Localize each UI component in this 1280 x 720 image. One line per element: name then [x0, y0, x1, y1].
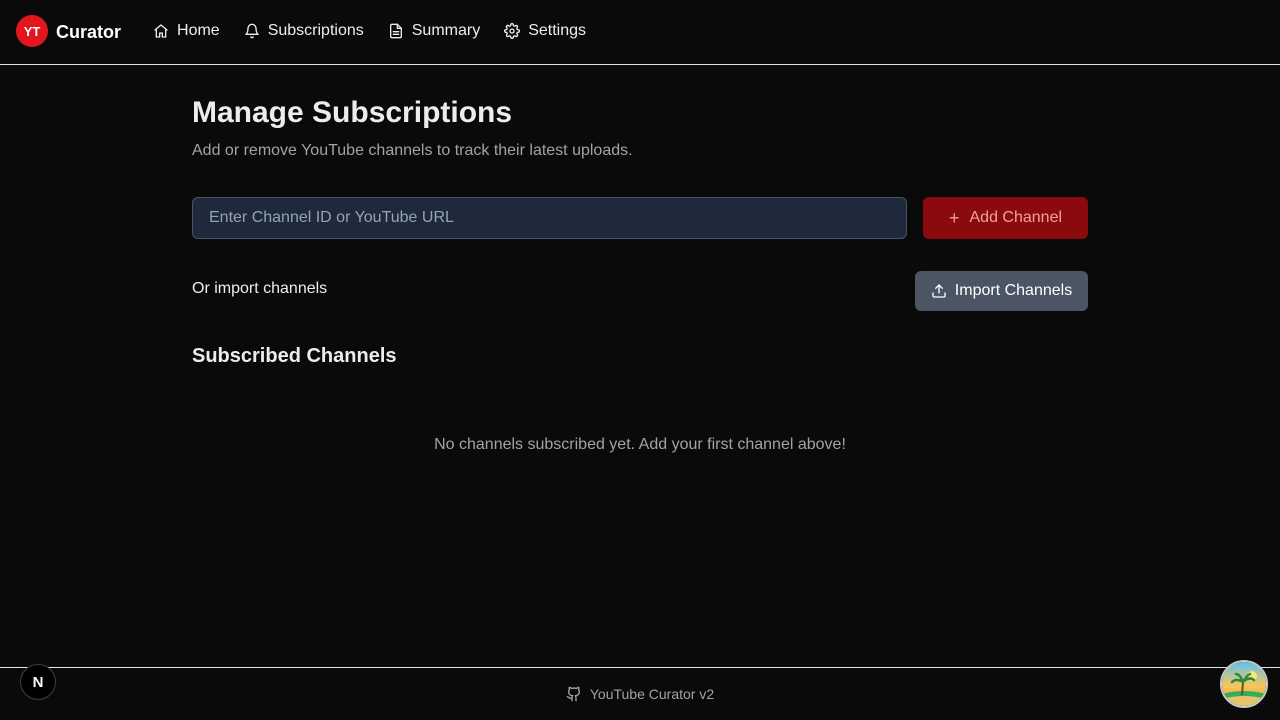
github-icon [566, 686, 580, 702]
nav-item-subscriptions[interactable]: Subscriptions [244, 22, 364, 40]
nav-item-summary[interactable]: Summary [388, 22, 480, 40]
footer-link[interactable]: YouTube Curator v2 [566, 686, 714, 702]
add-channel-label: Add Channel [969, 209, 1063, 226]
footer-text: YouTube Curator v2 [589, 686, 715, 702]
nav-item-home[interactable]: Home [153, 22, 220, 40]
home-icon [154, 24, 168, 38]
plus-icon: + [948, 207, 960, 228]
import-channels-label: Import Channels [954, 282, 1073, 299]
channel-input[interactable] [192, 197, 907, 239]
import-label: Or import channels [192, 280, 328, 297]
avatar[interactable] [1220, 660, 1268, 708]
footer: YouTube Curator v2 [0, 667, 1280, 720]
top-navbar: YT Curator Home Subscriptions Summary Se… [0, 0, 1280, 65]
document-icon [389, 23, 402, 39]
add-channel-button[interactable]: + Add Channel [923, 197, 1088, 239]
nav-item-label: Home [177, 22, 220, 39]
brand-name: Curator [56, 21, 122, 42]
empty-state-message: No channels subscribed yet. Add your fir… [434, 436, 846, 453]
import-channels-button[interactable]: Import Channels [915, 271, 1088, 311]
nav-item-label: Settings [528, 22, 587, 39]
brand[interactable]: YT Curator [16, 15, 122, 47]
dev-tools-badge[interactable]: N [20, 664, 56, 700]
gear-icon [504, 23, 521, 39]
nav-item-label: Subscriptions [267, 22, 364, 39]
main-nav: Home Subscriptions Summary Settings [153, 22, 610, 40]
section-title: Subscribed Channels [192, 345, 397, 367]
nav-item-settings[interactable]: Settings [504, 22, 586, 40]
yt-logo: YT [16, 15, 48, 47]
page-subtitle: Add or remove YouTube channels to track … [192, 142, 633, 159]
beach-avatar-icon [1222, 662, 1266, 706]
page-title: Manage Subscriptions [192, 96, 513, 129]
nav-item-label: Summary [411, 22, 481, 39]
bell-icon [245, 23, 259, 39]
upload-icon [932, 284, 946, 298]
